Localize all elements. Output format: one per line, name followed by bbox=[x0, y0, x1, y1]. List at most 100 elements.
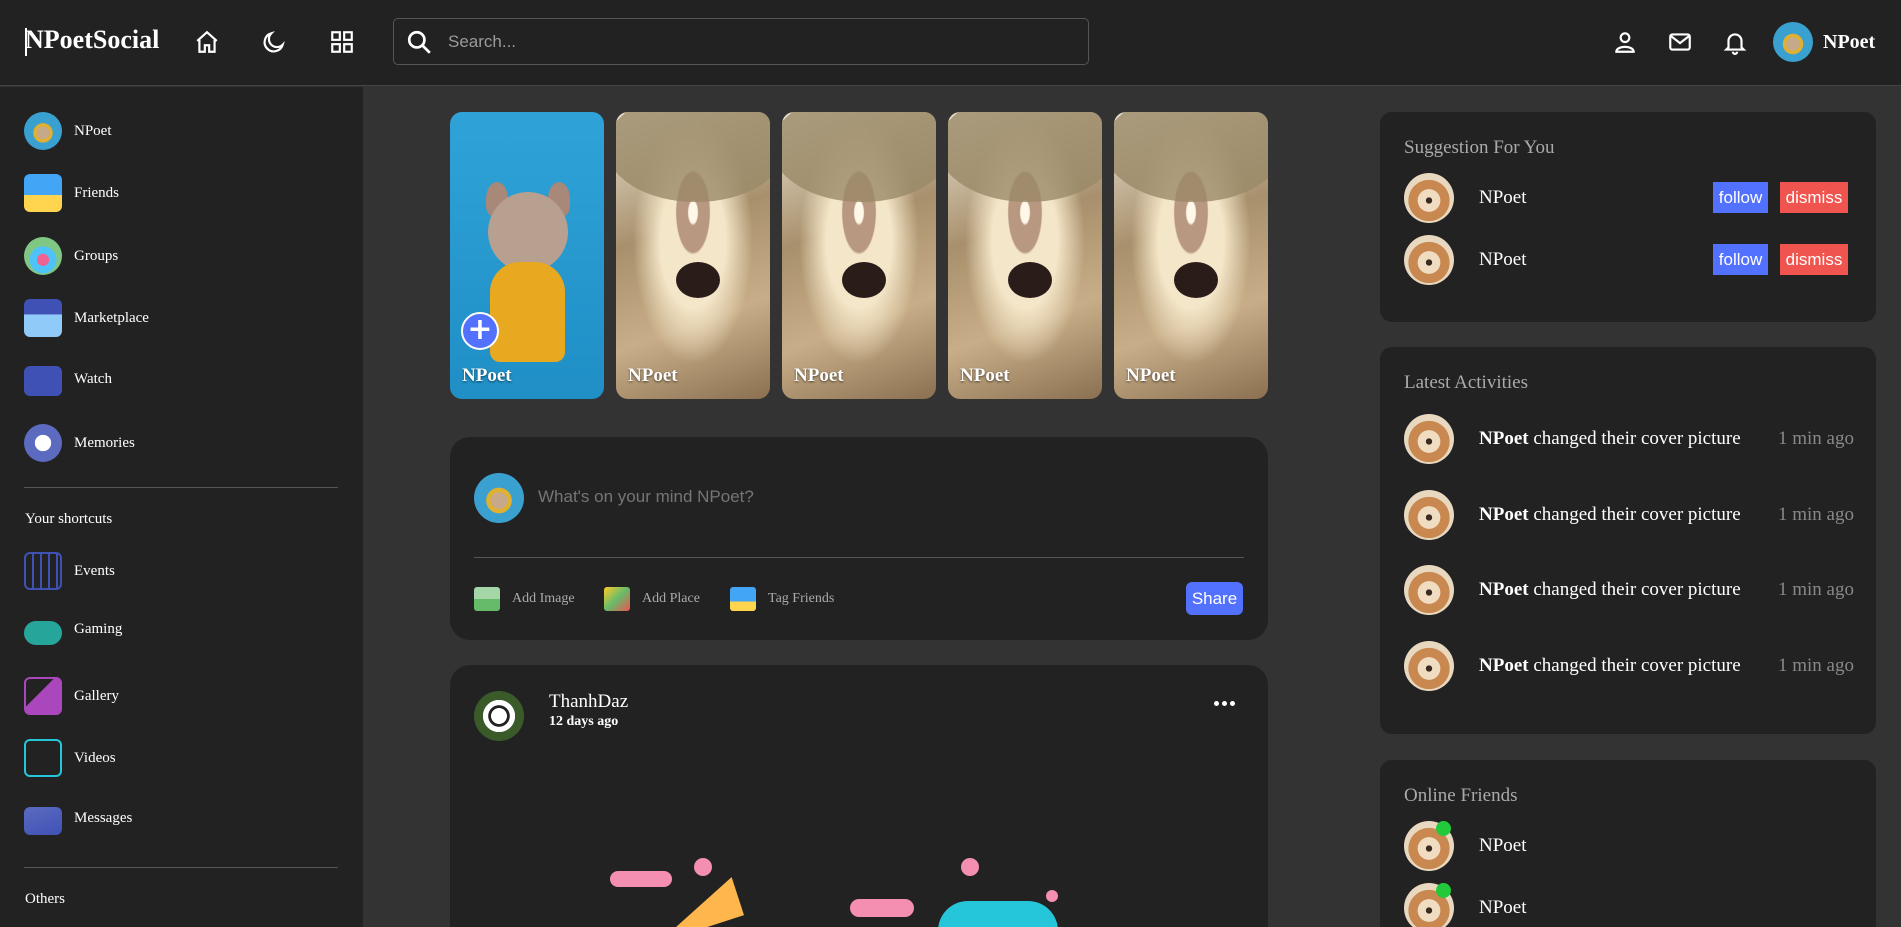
share-button[interactable]: Share bbox=[1186, 582, 1243, 615]
sidebar-item-events[interactable]: Events bbox=[24, 552, 115, 590]
sidebar-item-label: Memories bbox=[74, 434, 135, 451]
create-post-box: Add Image Add Place Tag Friends Share bbox=[450, 437, 1268, 640]
user-avatar bbox=[1404, 414, 1454, 464]
tag-friends-button[interactable]: Tag Friends bbox=[730, 587, 834, 611]
user-avatar bbox=[1404, 565, 1454, 615]
story-card[interactable]: NPoet bbox=[948, 112, 1102, 399]
image-icon bbox=[474, 587, 500, 611]
sidebar-divider bbox=[24, 867, 338, 868]
add-image-button[interactable]: Add Image bbox=[474, 587, 575, 611]
mail-icon[interactable] bbox=[1665, 27, 1695, 57]
dark-mode-icon[interactable] bbox=[259, 27, 289, 57]
suggestion-name: NPoet bbox=[1479, 249, 1527, 270]
sidebar-item-memories[interactable]: Memories bbox=[24, 424, 135, 462]
story-image bbox=[1008, 262, 1052, 298]
post-time: 12 days ago bbox=[549, 714, 619, 729]
friends-icon bbox=[24, 174, 62, 212]
top-navbar: NPoetSocial NPoet bbox=[0, 0, 1901, 86]
story-card[interactable]: NPoet bbox=[616, 112, 770, 399]
search-input[interactable] bbox=[448, 31, 1048, 52]
gallery-icon bbox=[24, 677, 62, 715]
watch-icon bbox=[24, 366, 62, 396]
story-image bbox=[782, 112, 936, 202]
suggestions-title: Suggestion For You bbox=[1404, 137, 1555, 158]
activity-item[interactable]: NPoet changed their cover picture 1 min … bbox=[1404, 490, 1854, 540]
story-label: NPoet bbox=[960, 365, 1010, 386]
story-create[interactable]: + NPoet bbox=[450, 112, 604, 399]
sidebar-item-gallery[interactable]: Gallery bbox=[24, 677, 119, 715]
online-friends-title: Online Friends bbox=[1404, 785, 1518, 806]
suggestions-panel: Suggestion For You NPoet follow dismiss … bbox=[1380, 112, 1876, 322]
story-image bbox=[1174, 262, 1218, 298]
dismiss-button[interactable]: dismiss bbox=[1780, 244, 1848, 275]
activity-text: NPoet changed their cover picture bbox=[1479, 428, 1741, 450]
activity-item[interactable]: NPoet changed their cover picture 1 min … bbox=[1404, 641, 1854, 691]
post-card: ThanhDaz 12 days ago bbox=[450, 665, 1268, 927]
story-image bbox=[490, 262, 565, 362]
activity-user: NPoet bbox=[1479, 655, 1529, 676]
app-logo[interactable]: NPoetSocial bbox=[25, 25, 159, 55]
events-icon bbox=[24, 552, 62, 590]
search-bar[interactable] bbox=[393, 18, 1089, 65]
user-avatar bbox=[1404, 490, 1454, 540]
home-icon[interactable] bbox=[192, 27, 222, 57]
activities-title: Latest Activities bbox=[1404, 372, 1529, 393]
apps-grid-icon[interactable] bbox=[327, 27, 357, 57]
user-avatar bbox=[1404, 883, 1454, 927]
nav-user-profile[interactable]: NPoet bbox=[1773, 22, 1875, 62]
sidebar-item-label: Gallery bbox=[74, 687, 119, 704]
more-options-icon[interactable] bbox=[1214, 701, 1235, 706]
sidebar-item-messages[interactable]: Messages bbox=[24, 802, 132, 835]
follow-button[interactable]: follow bbox=[1713, 244, 1768, 275]
messages-icon bbox=[24, 807, 62, 835]
groups-icon bbox=[24, 237, 62, 275]
author-avatar[interactable] bbox=[474, 691, 524, 741]
activity-text: NPoet changed their cover picture bbox=[1479, 579, 1741, 601]
activity-item[interactable]: NPoet changed their cover picture 1 min … bbox=[1404, 565, 1854, 615]
suggestion-user[interactable]: NPoet bbox=[1404, 173, 1527, 223]
follow-button[interactable]: follow bbox=[1713, 182, 1768, 213]
search-icon bbox=[407, 30, 431, 54]
story-card[interactable]: NPoet bbox=[1114, 112, 1268, 399]
activity-time: 1 min ago bbox=[1778, 655, 1854, 676]
sidebar-item-videos[interactable]: Videos bbox=[24, 739, 116, 777]
sidebar-item-profile[interactable]: NPoet bbox=[24, 112, 112, 150]
sidebar-item-marketplace[interactable]: Marketplace bbox=[24, 299, 149, 337]
post-input[interactable] bbox=[538, 487, 1138, 507]
user-avatar bbox=[1404, 173, 1454, 223]
notification-bell-icon[interactable] bbox=[1720, 27, 1750, 57]
activity-user: NPoet bbox=[1479, 579, 1529, 600]
online-friend[interactable]: NPoet bbox=[1404, 821, 1527, 871]
story-label: NPoet bbox=[794, 365, 844, 386]
online-status-icon bbox=[1436, 821, 1451, 836]
online-friend[interactable]: NPoet bbox=[1404, 883, 1527, 927]
sidebar-item-label: Messages bbox=[74, 810, 133, 826]
add-place-label: Add Place bbox=[642, 591, 700, 606]
add-place-button[interactable]: Add Place bbox=[604, 587, 700, 611]
profile-icon[interactable] bbox=[1610, 27, 1640, 57]
user-avatar bbox=[1773, 22, 1813, 62]
suggestion-user[interactable]: NPoet bbox=[1404, 235, 1527, 285]
marketplace-icon bbox=[24, 299, 62, 337]
add-story-icon[interactable]: + bbox=[461, 312, 499, 350]
post-author[interactable]: ThanhDaz bbox=[549, 691, 628, 713]
activity-description: changed their cover picture bbox=[1533, 655, 1741, 676]
online-status-icon bbox=[1436, 883, 1451, 898]
sidebar-item-friends[interactable]: Friends bbox=[24, 174, 119, 212]
story-card[interactable]: NPoet bbox=[782, 112, 936, 399]
user-avatar bbox=[474, 473, 524, 523]
sidebar-item-gaming[interactable]: Gaming bbox=[24, 614, 122, 645]
activity-description: changed their cover picture bbox=[1533, 504, 1741, 525]
post-illustration bbox=[1046, 890, 1058, 902]
tag-friends-label: Tag Friends bbox=[768, 591, 835, 606]
sidebar-item-watch[interactable]: Watch bbox=[24, 362, 112, 396]
online-friend-name: NPoet bbox=[1479, 897, 1527, 918]
activity-item[interactable]: NPoet changed their cover picture 1 min … bbox=[1404, 414, 1854, 464]
sidebar-item-groups[interactable]: Groups bbox=[24, 237, 118, 275]
sidebar-item-label: Gaming bbox=[74, 621, 123, 637]
online-friends-panel: Online Friends NPoet NPoet bbox=[1380, 760, 1876, 927]
dismiss-button[interactable]: dismiss bbox=[1780, 182, 1848, 213]
activity-time: 1 min ago bbox=[1778, 579, 1854, 600]
activity-text: NPoet changed their cover picture bbox=[1479, 655, 1741, 677]
story-image bbox=[842, 262, 886, 298]
